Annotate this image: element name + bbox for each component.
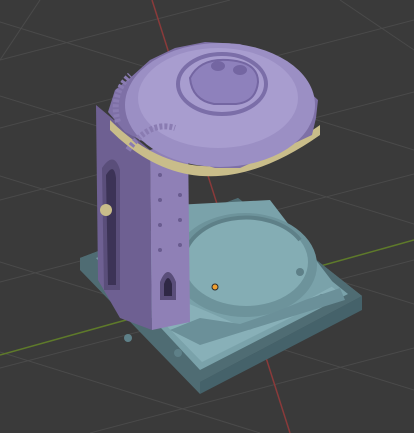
origin-dot-icon[interactable] (211, 283, 219, 291)
skull-ornament-icon (100, 204, 112, 216)
3d-viewport[interactable] (0, 0, 414, 433)
skull-emblem-icon (176, 52, 268, 116)
